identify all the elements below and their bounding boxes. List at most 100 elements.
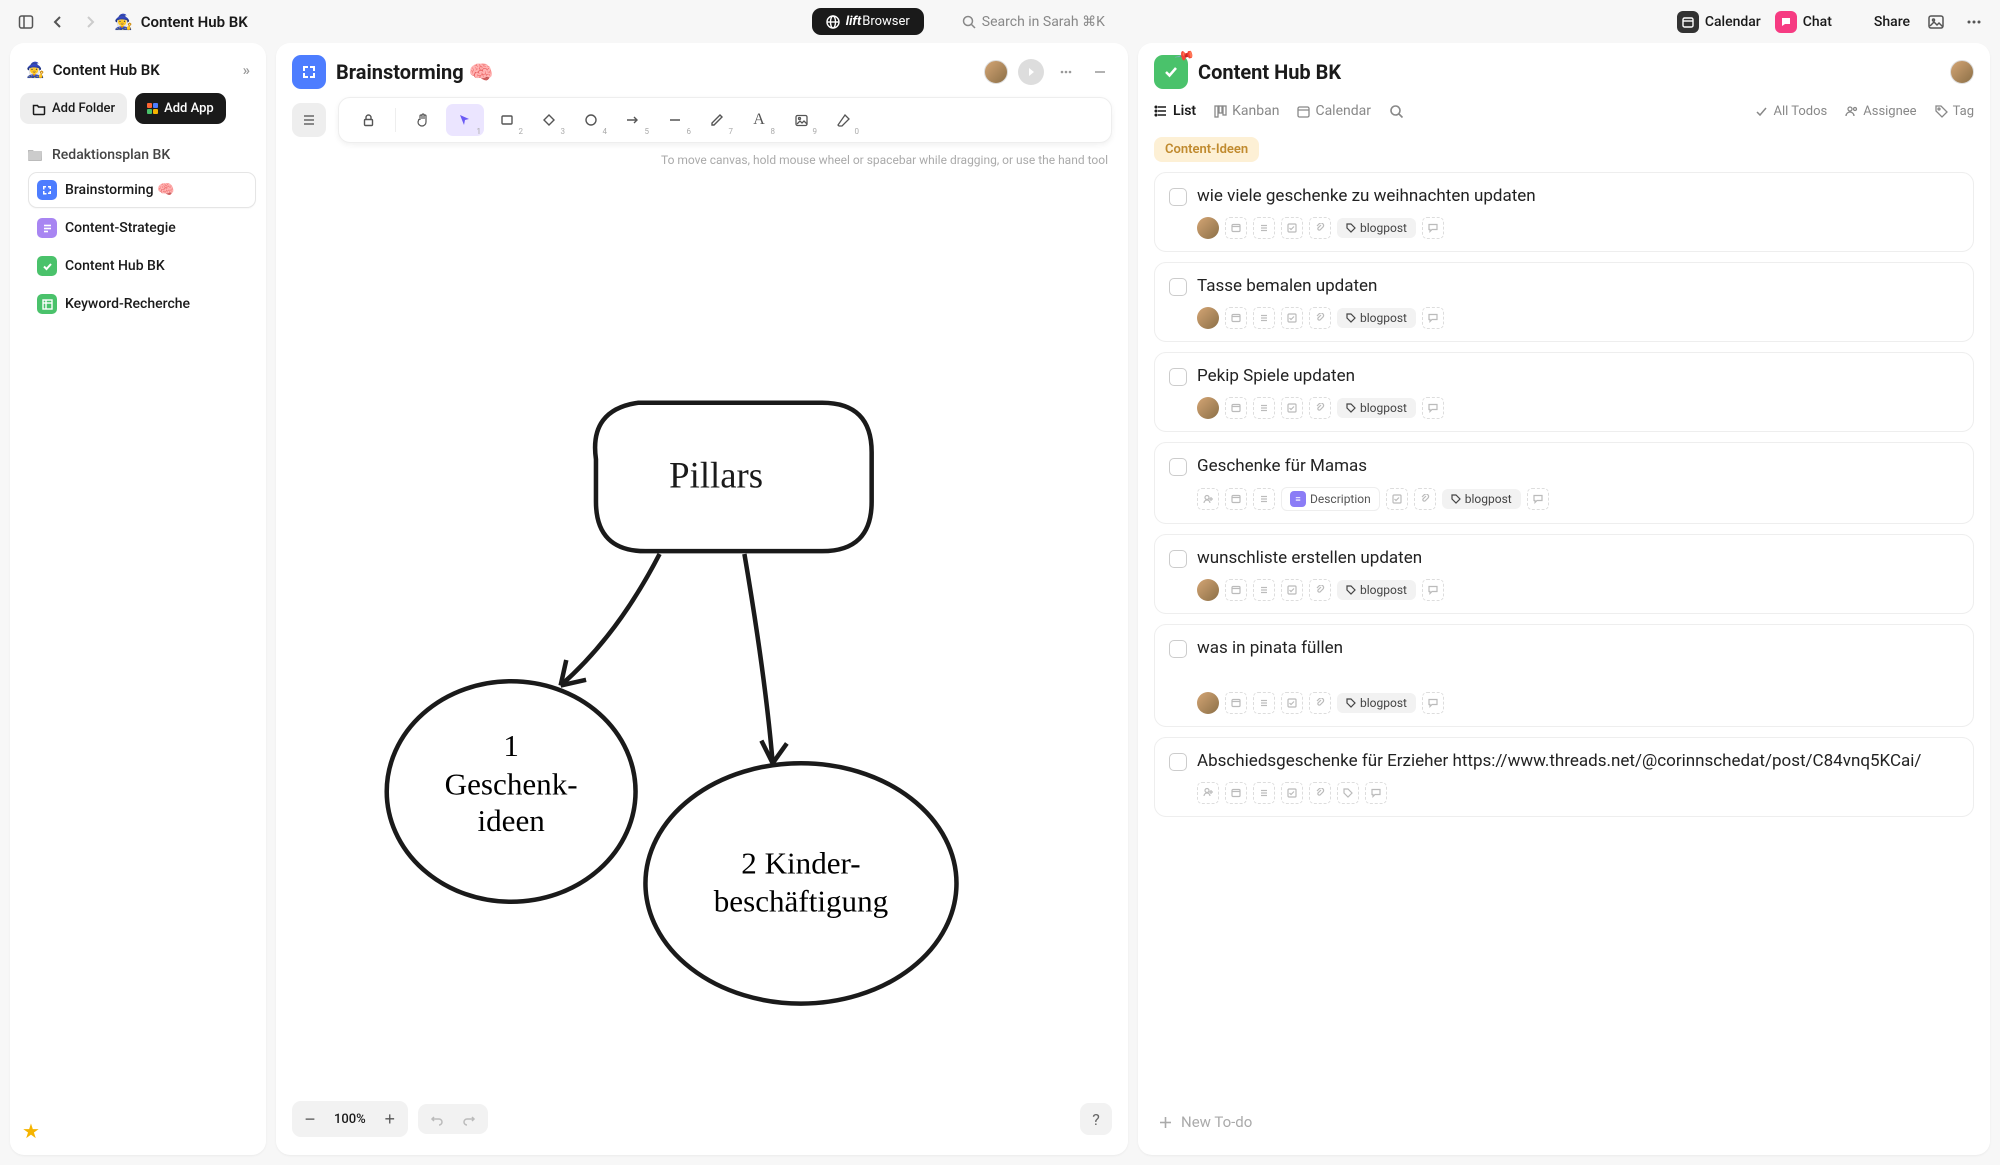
star-icon[interactable]: ★	[22, 1119, 40, 1143]
add-app-button[interactable]: Add App	[135, 93, 226, 124]
attachment-icon[interactable]	[1414, 488, 1436, 510]
filter-assignee[interactable]: Assignee	[1845, 104, 1916, 119]
date-icon[interactable]	[1225, 488, 1247, 510]
nav-forward-icon[interactable]	[78, 10, 102, 34]
date-icon[interactable]	[1225, 217, 1247, 239]
checklist-icon[interactable]	[1281, 307, 1303, 329]
user-avatar-icon[interactable]	[1950, 60, 1974, 84]
todo-tag[interactable]: blogpost	[1337, 308, 1416, 328]
ellipse-tool[interactable]: 4	[572, 104, 610, 136]
search-input[interactable]: Search in Sarah ⌘K	[954, 10, 1113, 34]
list-icon[interactable]	[1253, 217, 1275, 239]
rectangle-tool[interactable]: 2	[488, 104, 526, 136]
checklist-icon[interactable]	[1281, 217, 1303, 239]
comment-icon[interactable]	[1422, 217, 1444, 239]
date-icon[interactable]	[1225, 782, 1247, 804]
folder-item[interactable]: Redaktionsplan BK	[20, 138, 256, 172]
diamond-tool[interactable]: 3	[530, 104, 568, 136]
comment-icon[interactable]	[1422, 692, 1444, 714]
list-icon[interactable]	[1253, 488, 1275, 510]
todo-checkbox[interactable]	[1169, 640, 1187, 658]
todo-tag[interactable]: blogpost	[1337, 580, 1416, 600]
assignee-avatar-icon[interactable]	[1197, 217, 1219, 239]
date-icon[interactable]	[1225, 397, 1247, 419]
attachment-icon[interactable]	[1309, 397, 1331, 419]
eraser-tool[interactable]: 0	[824, 104, 862, 136]
checklist-icon[interactable]	[1281, 579, 1303, 601]
user-avatar-icon[interactable]	[984, 60, 1008, 84]
checklist-icon[interactable]	[1386, 488, 1408, 510]
nav-back-icon[interactable]	[46, 10, 70, 34]
minimize-icon[interactable]	[1088, 60, 1112, 84]
comment-icon[interactable]	[1422, 397, 1444, 419]
attachment-icon[interactable]	[1309, 782, 1331, 804]
description-badge[interactable]: ≡Description	[1281, 487, 1380, 511]
tag-add-icon[interactable]	[1337, 782, 1359, 804]
collapse-sidebar-icon[interactable]: »	[243, 61, 250, 79]
assignee-avatar-icon[interactable]	[1197, 692, 1219, 714]
list-icon[interactable]	[1253, 692, 1275, 714]
sidebar-item[interactable]: Brainstorming 🧠	[28, 172, 256, 208]
hand-tool[interactable]	[404, 104, 442, 136]
view-calendar[interactable]: Calendar	[1297, 103, 1371, 119]
forward-circle-icon[interactable]	[1018, 59, 1044, 85]
date-icon[interactable]	[1225, 579, 1247, 601]
todo-card[interactable]: Tasse bemalen updatenblogpost	[1154, 262, 1974, 342]
attachment-icon[interactable]	[1309, 217, 1331, 239]
add-folder-button[interactable]: Add Folder	[20, 93, 127, 124]
list-icon[interactable]	[1253, 782, 1275, 804]
zoom-in-button[interactable]: +	[376, 1105, 404, 1133]
assignee-avatar-icon[interactable]	[1197, 579, 1219, 601]
comment-icon[interactable]	[1422, 307, 1444, 329]
assignee-add-icon[interactable]	[1197, 488, 1219, 510]
attachment-icon[interactable]	[1309, 307, 1331, 329]
list-icon[interactable]	[1253, 307, 1275, 329]
redo-button[interactable]	[456, 1108, 482, 1130]
lift-browser-button[interactable]: liftBrowser	[812, 8, 924, 35]
todo-card[interactable]: Geschenke für Mamas≡Descriptionblogpost	[1154, 442, 1974, 524]
arrow-tool[interactable]: 5	[614, 104, 652, 136]
sidebar-item[interactable]: Content Hub BK	[28, 248, 256, 284]
more-icon[interactable]	[1962, 10, 1986, 34]
assignee-add-icon[interactable]	[1197, 782, 1219, 804]
todo-card[interactable]: Pekip Spiele updatenblogpost	[1154, 352, 1974, 432]
sidebar-item[interactable]: Content-Strategie	[28, 210, 256, 246]
checklist-icon[interactable]	[1281, 782, 1303, 804]
todo-card[interactable]: was in pinata füllenblogpost	[1154, 624, 1974, 726]
undo-button[interactable]	[424, 1108, 450, 1130]
todo-checkbox[interactable]	[1169, 278, 1187, 296]
todo-card[interactable]: Abschiedsgeschenke für Erzieher https://…	[1154, 737, 1974, 817]
canvas-menu-button[interactable]	[292, 103, 326, 137]
filter-all[interactable]: All Todos	[1755, 104, 1827, 119]
zoom-out-button[interactable]: −	[296, 1105, 324, 1133]
image-icon[interactable]	[1924, 10, 1948, 34]
attachment-icon[interactable]	[1309, 579, 1331, 601]
new-todo-button[interactable]: New To-do	[1154, 1101, 1974, 1143]
date-icon[interactable]	[1225, 692, 1247, 714]
list-icon[interactable]	[1253, 579, 1275, 601]
text-tool[interactable]: A8	[740, 104, 778, 136]
sidebar-toggle-icon[interactable]	[14, 10, 38, 34]
draw-tool[interactable]: 7	[698, 104, 736, 136]
todo-tag[interactable]: blogpost	[1337, 398, 1416, 418]
attachment-icon[interactable]	[1309, 692, 1331, 714]
sidebar-item[interactable]: Keyword-Recherche	[28, 286, 256, 322]
todo-tag[interactable]: blogpost	[1337, 693, 1416, 713]
line-tool[interactable]: 6	[656, 104, 694, 136]
assignee-avatar-icon[interactable]	[1197, 397, 1219, 419]
filter-tag[interactable]: Tag	[1935, 104, 1974, 119]
checklist-icon[interactable]	[1281, 692, 1303, 714]
todo-checkbox[interactable]	[1169, 458, 1187, 476]
view-list[interactable]: List	[1154, 103, 1196, 119]
panel-more-icon[interactable]	[1054, 60, 1078, 84]
todo-checkbox[interactable]	[1169, 188, 1187, 206]
list-icon[interactable]	[1253, 397, 1275, 419]
date-icon[interactable]	[1225, 307, 1247, 329]
chat-button[interactable]: Chat	[1775, 11, 1832, 33]
search-todos[interactable]	[1389, 104, 1404, 119]
image-tool[interactable]: 9	[782, 104, 820, 136]
todo-checkbox[interactable]	[1169, 368, 1187, 386]
assignee-avatar-icon[interactable]	[1197, 307, 1219, 329]
todo-card[interactable]: wunschliste erstellen updatenblogpost	[1154, 534, 1974, 614]
todo-checkbox[interactable]	[1169, 753, 1187, 771]
